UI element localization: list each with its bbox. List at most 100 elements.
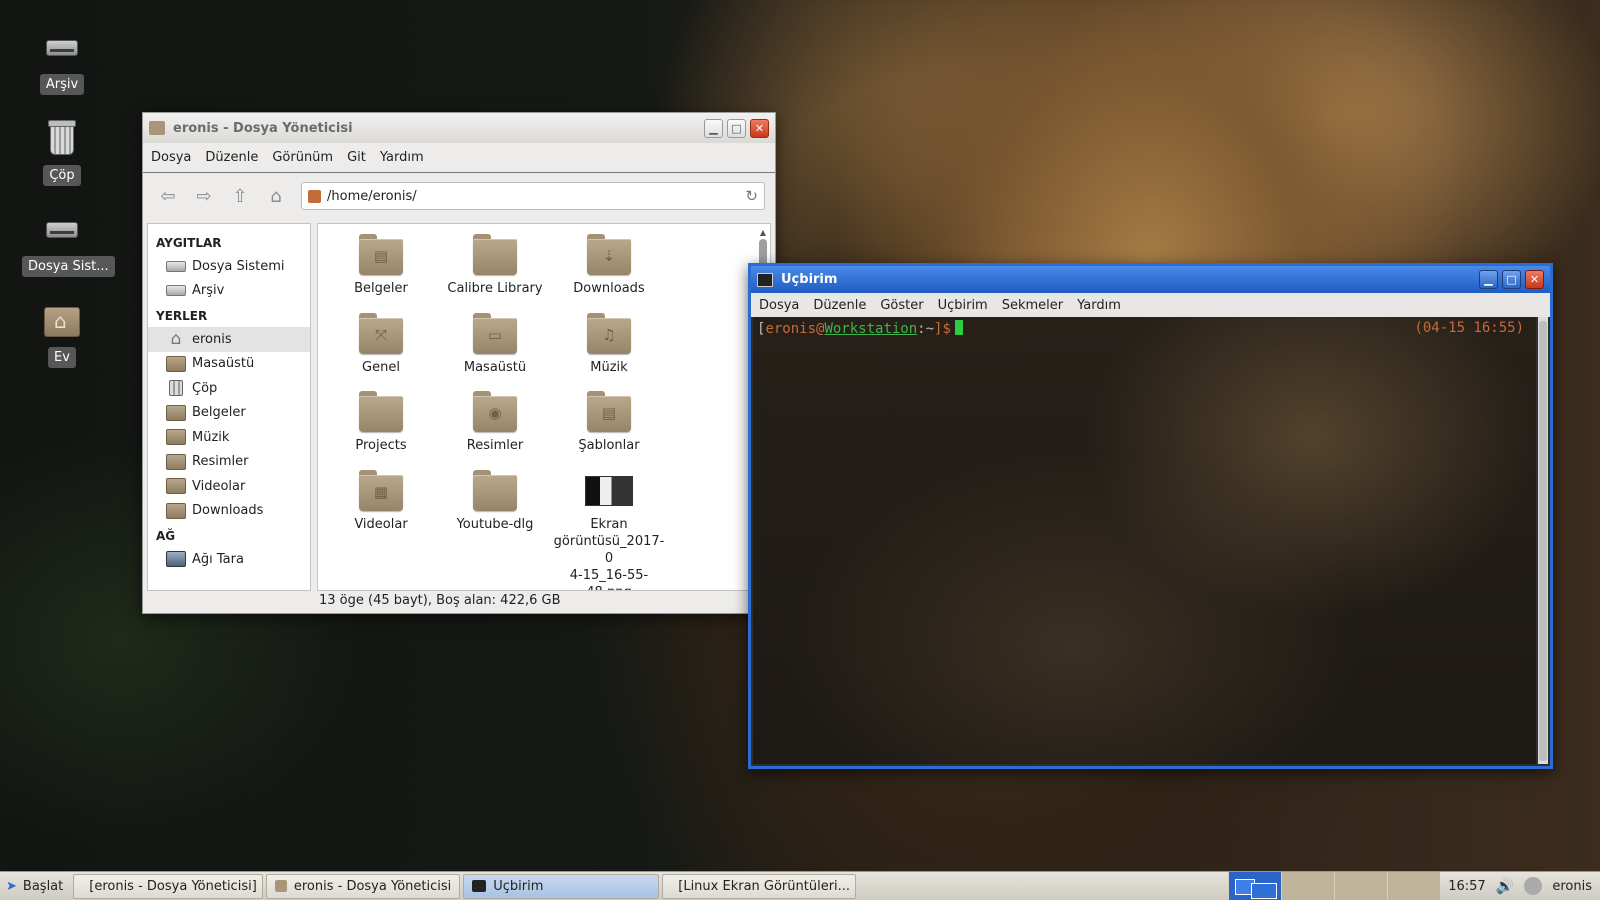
- sidebar-item-archive[interactable]: Arşiv: [148, 279, 310, 304]
- desktop-icon-label: Çöp: [43, 165, 81, 186]
- folder-icon: [166, 429, 186, 446]
- scrollbar-thumb[interactable]: [1539, 321, 1547, 761]
- menu-bar: Dosya Düzenle Göster Uçbirim Sekmeler Ya…: [751, 293, 1550, 317]
- terminal-window: Uçbirim ▁ □ ✕ Dosya Düzenle Göster Uçbir…: [748, 263, 1553, 769]
- maximize-button[interactable]: □: [1502, 270, 1521, 289]
- start-button[interactable]: ➤ Başlat: [0, 872, 73, 900]
- folder-icon: [166, 355, 186, 372]
- terminal-screen[interactable]: [eronis@Workstation:~]$ (04-15 16:55): [753, 317, 1536, 764]
- folder-icon: [275, 880, 287, 892]
- scroll-up-icon[interactable]: ▲: [759, 228, 767, 237]
- file-item[interactable]: Projects: [324, 387, 438, 466]
- drive-icon: [166, 285, 186, 297]
- reload-icon[interactable]: ↻: [745, 187, 758, 205]
- sidebar-item-documents[interactable]: Belgeler: [148, 401, 310, 426]
- menu-help[interactable]: Yardım: [380, 150, 424, 165]
- workspace-3[interactable]: [1334, 871, 1388, 900]
- file-item[interactable]: Calibre Library: [438, 230, 552, 309]
- file-item[interactable]: ♫ Müzik: [552, 309, 666, 388]
- file-item[interactable]: ⤧ Genel: [324, 309, 438, 388]
- window-titlebar[interactable]: Uçbirim ▁ □ ✕: [751, 266, 1550, 293]
- menu-terminal[interactable]: Uçbirim: [938, 298, 988, 313]
- volume-icon[interactable]: 🔊: [1496, 877, 1515, 895]
- desktop-icon-archive[interactable]: Arşiv: [22, 28, 102, 95]
- menu-view[interactable]: Göster: [880, 298, 923, 313]
- menu-view[interactable]: Görünüm: [272, 150, 333, 165]
- desktop-icon-home[interactable]: Ev: [22, 301, 102, 368]
- settings-icon[interactable]: [1524, 877, 1543, 895]
- clock[interactable]: 16:57: [1448, 879, 1485, 894]
- sidebar-item-music[interactable]: Müzik: [148, 425, 310, 450]
- desktop-icon-trash[interactable]: Çöp: [22, 119, 102, 186]
- sidebar-item-label: Ağı Tara: [192, 551, 244, 567]
- close-button[interactable]: ✕: [1525, 270, 1544, 289]
- minimize-button[interactable]: ▁: [704, 118, 723, 138]
- menu-tabs[interactable]: Sekmeler: [1002, 298, 1063, 313]
- desktop-icon-label: Dosya Sist...: [22, 256, 115, 277]
- desktop-icon-filesystem[interactable]: Dosya Sist...: [22, 210, 115, 277]
- file-item[interactable]: ◉ Resimler: [438, 387, 552, 466]
- icon-view[interactable]: ▤ Belgeler Calibre Library ⇣ Downloads ⤧ Ge…: [317, 223, 771, 591]
- sidebar-item-pictures[interactable]: Resimler: [148, 450, 310, 475]
- taskbar-task[interactable]: Uçbirim: [463, 873, 660, 899]
- sidebar: AYGITLAR Dosya Sistemi Arşiv YERLER ⌂ ero…: [147, 223, 311, 591]
- sidebar-item-desktop[interactable]: Masaüstü: [148, 352, 310, 377]
- file-item[interactable]: ▤ Şablonlar: [552, 387, 666, 466]
- drive-icon: [166, 260, 186, 272]
- sidebar-item-downloads[interactable]: Downloads: [148, 499, 310, 524]
- forward-icon[interactable]: ⇨: [189, 181, 219, 211]
- taskbar-task[interactable]: [Linux Ekran Görüntüleri...: [662, 873, 857, 899]
- file-item[interactable]: ▤ Belgeler: [324, 230, 438, 309]
- file-item[interactable]: ⇣ Downloads: [552, 230, 666, 309]
- username[interactable]: eronis: [1552, 879, 1592, 894]
- menu-help[interactable]: Yardım: [1077, 298, 1121, 313]
- sidebar-item-label: Belgeler: [192, 405, 246, 421]
- up-icon[interactable]: ⇧: [225, 181, 255, 211]
- file-item[interactable]: ▦ Videolar: [324, 466, 438, 545]
- sidebar-header-places: YERLER: [156, 309, 208, 323]
- menu-go[interactable]: Git: [347, 150, 366, 165]
- workspace-2[interactable]: [1281, 871, 1335, 900]
- menu-edit[interactable]: Düzenle: [205, 150, 258, 165]
- folder-music-icon: ♫: [587, 312, 631, 355]
- window-titlebar[interactable]: eronis - Dosya Yöneticisi ▁ □ ✕: [143, 113, 775, 143]
- taskbar-task[interactable]: eronis - Dosya Yöneticisi: [266, 873, 461, 899]
- menu-file[interactable]: Dosya: [151, 150, 191, 165]
- folder-downloads-icon: ⇣: [587, 234, 631, 276]
- sidebar-item-trash[interactable]: Çöp: [148, 376, 310, 401]
- terminal-icon: [472, 880, 487, 892]
- drive-icon: [42, 28, 82, 68]
- workspace-pager: [1228, 871, 1441, 900]
- menu-edit[interactable]: Düzenle: [813, 298, 866, 313]
- home-icon[interactable]: ⌂: [261, 181, 291, 211]
- network-icon: [166, 551, 186, 568]
- folder-documents-icon: ▤: [359, 234, 403, 276]
- home-icon: ⌂: [170, 329, 182, 350]
- scrollbar[interactable]: [1538, 317, 1548, 764]
- file-item[interactable]: Ekrangörüntüsü_2017-04-15_16-55-48.png: [552, 466, 666, 590]
- home-folder-icon: [308, 189, 321, 203]
- taskbar-task[interactable]: [eronis - Dosya Yöneticisi]: [73, 873, 264, 899]
- folder-icon: [473, 469, 517, 512]
- file-item[interactable]: ▭ Masaüstü: [438, 309, 552, 388]
- workspace-1[interactable]: [1228, 871, 1282, 900]
- maximize-button[interactable]: □: [727, 118, 746, 138]
- sidebar-item-videos[interactable]: Videolar: [148, 474, 310, 499]
- system-tray: 16:57 🔊 eronis: [1440, 872, 1600, 900]
- back-icon[interactable]: ⇦: [153, 181, 183, 211]
- file-manager-window: eronis - Dosya Yöneticisi ▁ □ ✕ Dosya Dü…: [142, 112, 776, 614]
- file-item[interactable]: Youtube-dlg: [438, 466, 552, 545]
- trash-icon: [169, 380, 183, 397]
- address-bar[interactable]: /home/eronis/ ↻: [301, 182, 765, 210]
- menu-file[interactable]: Dosya: [759, 298, 799, 313]
- sidebar-item-browse-network[interactable]: Ağı Tara: [148, 547, 310, 572]
- minimize-button[interactable]: ▁: [1479, 270, 1498, 289]
- sidebar-item-home[interactable]: ⌂ eronis: [148, 327, 310, 352]
- workspace-4[interactable]: [1387, 871, 1441, 900]
- close-button[interactable]: ✕: [750, 118, 769, 138]
- folder-icon: [359, 391, 403, 433]
- start-label: Başlat: [22, 878, 64, 894]
- folder-desktop-icon: ▭: [473, 312, 517, 355]
- sidebar-item-filesystem[interactable]: Dosya Sistemi: [148, 254, 310, 279]
- taskbar: ➤ Başlat [eronis - Dosya Yöneticisi] ero…: [0, 871, 1600, 900]
